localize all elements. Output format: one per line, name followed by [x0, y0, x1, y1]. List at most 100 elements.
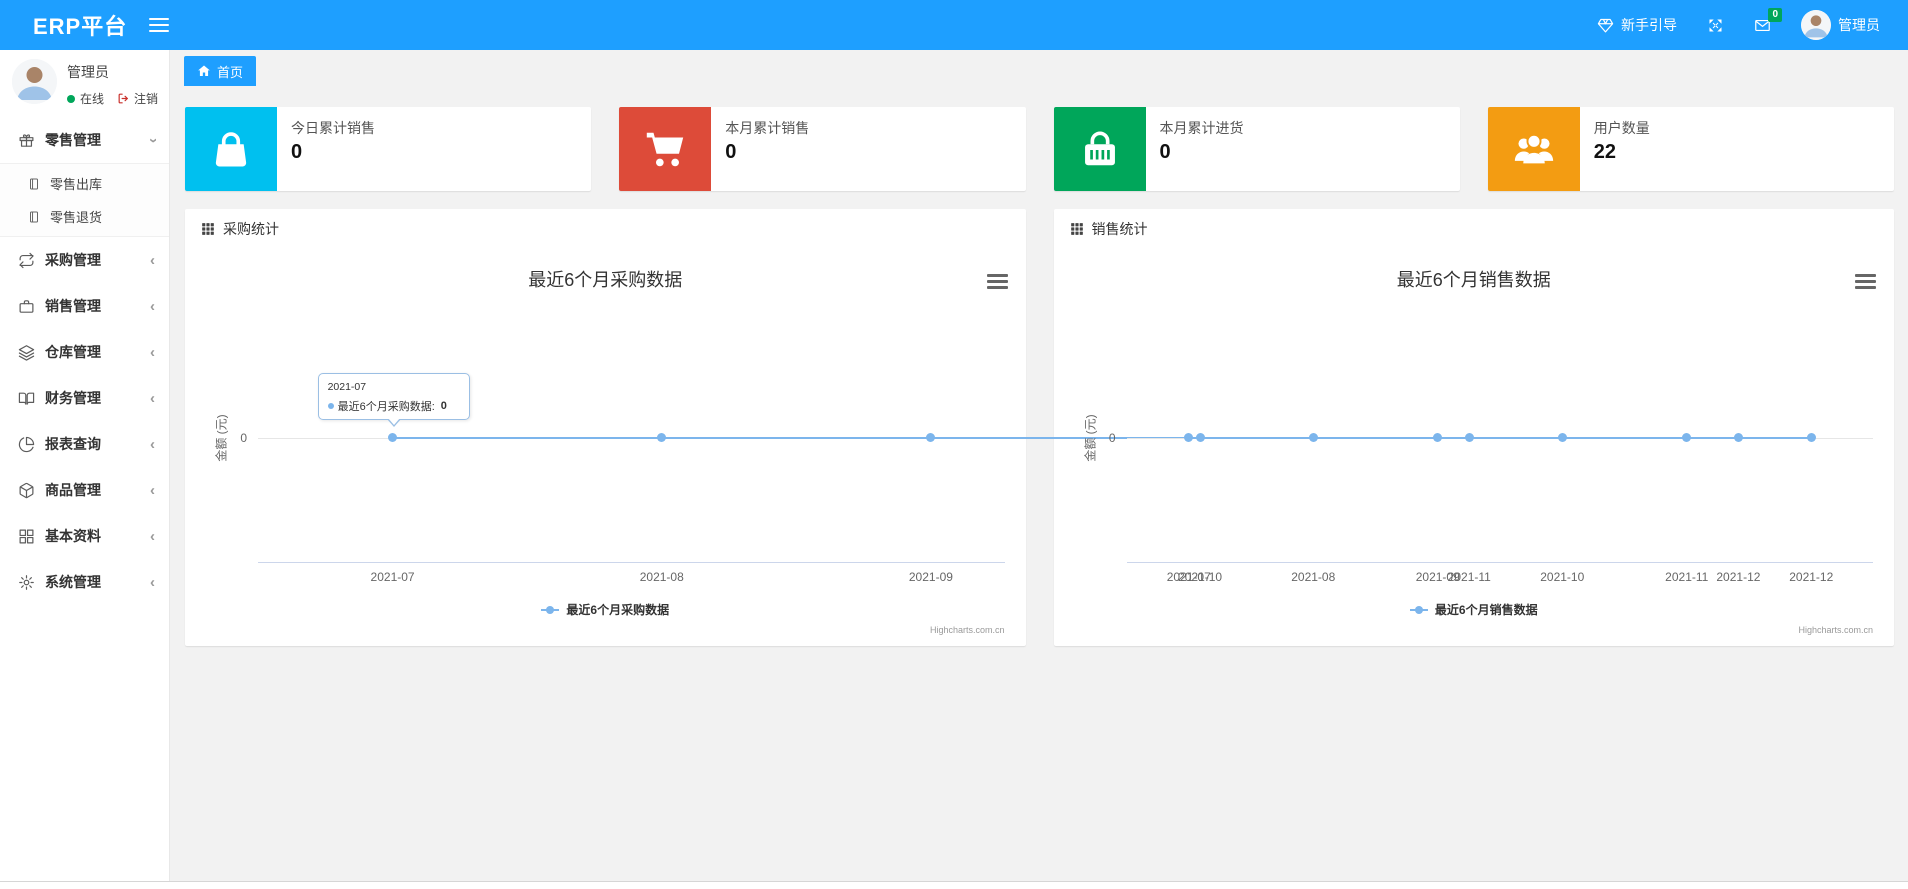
logout-label: 注销: [134, 92, 159, 106]
stat-card-icon-box: [185, 107, 277, 191]
chart-panels-row: 采购统计 最近6个月采购数据 金额 (元) 0 2021-07 2021-08 2021-0…: [170, 191, 1908, 646]
data-point-marker[interactable]: [1806, 433, 1816, 442]
sidebar-item[interactable]: 报表查询 ‹: [0, 421, 169, 467]
sidebar-item-label: 财务管理: [45, 390, 101, 406]
legend-marker-icon: [1409, 605, 1428, 614]
stat-card: 本月累计进货 0: [1053, 107, 1460, 191]
box-icon: [18, 482, 35, 499]
messages-button[interactable]: 0: [1754, 7, 1782, 34]
x-axis-line: [1126, 562, 1873, 563]
sidebar-item[interactable]: 财务管理 ‹: [0, 375, 169, 421]
tab-bar: 首页: [170, 50, 1908, 92]
x-axis-tick-label: 2021-12: [1789, 570, 1834, 584]
sidebar-toggle-button[interactable]: [149, 18, 170, 32]
series-dot-icon: [327, 403, 334, 409]
logout-icon: [117, 92, 130, 105]
sidebar-item[interactable]: 商品管理 ‹: [0, 467, 169, 513]
sidebar-item-label: 仓库管理: [45, 344, 101, 360]
gear-icon: [18, 574, 35, 591]
tooltip-arrow: [387, 418, 400, 425]
stat-card-icon-box: [619, 107, 712, 191]
layers-icon: [18, 344, 35, 361]
data-point-marker[interactable]: [1682, 433, 1692, 442]
chart-context-menu-button[interactable]: [986, 274, 1008, 289]
data-point-marker[interactable]: [1433, 433, 1443, 442]
fullscreen-button[interactable]: [1707, 17, 1724, 34]
tab-home[interactable]: 首页: [184, 56, 257, 86]
legend-marker-icon: [541, 605, 560, 614]
data-point-marker[interactable]: [1557, 433, 1567, 442]
online-status-label: 在线: [80, 92, 105, 106]
top-navbar: ERP平台 新手引导 0 管理员: [0, 0, 1908, 50]
shopping-bag-icon: [208, 126, 254, 172]
tooltip-value: 0: [440, 400, 447, 412]
sidebar: 管理员 在线 注销 零售管理 ‹ 零售出库 零售退货 采购管理 ‹ 销售管理 ‹ 仓库管理 ‹ 财务…: [0, 50, 170, 889]
user-name-label: 管理员: [1838, 17, 1880, 33]
y-axis-tick-label: 0: [1108, 431, 1116, 445]
stat-card: 用户数量 22: [1487, 107, 1894, 191]
chart-area: 最近6个月采购数据 金额 (元) 0 2021-07 2021-08 2021-09 202…: [185, 249, 1761, 646]
stat-card-value: 0: [1159, 141, 1171, 163]
stat-card-label: 用户数量: [1593, 120, 1650, 136]
legend-label: 最近6个月销售数据: [1434, 603, 1538, 617]
submenu-item[interactable]: 零售退货: [0, 200, 169, 233]
cart-icon: [642, 126, 688, 172]
chart-panel: 销售统计最近6个月销售数据 金额 (元) 0 2021-07 2021-08 2021-0…: [1053, 209, 1895, 646]
submenu-item[interactable]: 零售出库: [0, 167, 169, 200]
sidebar-item[interactable]: 系统管理 ‹: [0, 559, 169, 605]
sidebar-item[interactable]: 基本资料 ‹: [0, 513, 169, 559]
sidebar-item[interactable]: 仓库管理 ‹: [0, 329, 169, 375]
data-point-marker[interactable]: [1308, 433, 1318, 442]
chart-legend-item[interactable]: 最近6个月采购数据: [185, 601, 1026, 618]
submenu-item-label: 零售出库: [50, 177, 103, 192]
repeat-icon: [18, 252, 35, 269]
home-icon: [197, 64, 211, 78]
x-axis-tick-label: 2021-10: [1540, 570, 1585, 584]
highcharts-credits-link[interactable]: Highcharts.com.cn: [930, 625, 1005, 635]
chevron-left-icon: ‹: [150, 573, 155, 591]
stat-card-body: 用户数量 22: [1580, 107, 1664, 191]
main-content: 首页 今日累计销售 0 本月累计销售 0 本月累计进货 0 用户数量 22 采购统计 最近6个月…: [170, 50, 1908, 889]
logout-button[interactable]: 注销: [117, 90, 158, 107]
sidebar-item[interactable]: 零售管理 ‹: [0, 117, 169, 163]
gift-icon: [18, 132, 35, 149]
legend-label: 最近6个月采购数据: [566, 603, 670, 617]
data-point-marker[interactable]: [657, 433, 667, 442]
stat-card: 今日累计销售 0: [185, 107, 592, 191]
sidebar-item-label: 系统管理: [45, 574, 101, 590]
th-grid-icon: [1070, 222, 1084, 236]
app-logo[interactable]: ERP平台: [0, 9, 149, 41]
sidebar-item-label: 商品管理: [45, 482, 101, 498]
x-axis-tick-label: 2021-07: [370, 570, 415, 584]
highcharts-credits-link[interactable]: Highcharts.com.cn: [1798, 625, 1873, 635]
users-icon: [1511, 126, 1557, 172]
nav-user-menu[interactable]: 管理员: [1801, 10, 1880, 40]
stat-card-label: 本月累计销售: [725, 120, 810, 136]
chart-area: 最近6个月销售数据 金额 (元) 0 2021-07 2021-08 2021-09 202…: [1054, 249, 1895, 646]
sidebar-item[interactable]: 销售管理 ‹: [0, 283, 169, 329]
chevron-left-icon: ‹: [150, 435, 155, 453]
book-icon: [18, 390, 35, 407]
panel-title: 销售统计: [1091, 221, 1148, 237]
chevron-left-icon: ‹: [150, 481, 155, 499]
chevron-left-icon: ‹: [150, 527, 155, 545]
panel-header: 采购统计: [185, 209, 1026, 249]
chart-legend-item[interactable]: 最近6个月销售数据: [1054, 601, 1895, 618]
sidebar-item[interactable]: 采购管理 ‹: [0, 237, 169, 283]
file-icon: [27, 210, 41, 224]
chart-tooltip: 2021-07 最近6个月采购数据: 0: [317, 373, 470, 427]
guide-button[interactable]: 新手引导: [1597, 15, 1677, 35]
series-line: [1188, 437, 1812, 439]
data-point-marker[interactable]: [388, 433, 398, 442]
footer-bar: [0, 881, 1908, 889]
basket-icon: [1077, 126, 1123, 172]
guide-label: 新手引导: [1621, 17, 1677, 33]
online-status-dot-icon: [67, 94, 75, 103]
chart-context-menu-button[interactable]: [1855, 274, 1876, 289]
data-point-marker[interactable]: [926, 433, 936, 442]
sidebar-menu: 零售管理 ‹ 零售出库 零售退货 采购管理 ‹ 销售管理 ‹ 仓库管理 ‹ 财务管理 ‹ 报表查询 ‹ 商品…: [0, 117, 169, 605]
stat-card-body: 本月累计进货 0: [1146, 107, 1258, 191]
stat-card-body: 本月累计销售 0: [711, 107, 823, 191]
data-point-marker[interactable]: [1184, 433, 1194, 442]
chevron-left-icon: ‹: [150, 251, 155, 269]
